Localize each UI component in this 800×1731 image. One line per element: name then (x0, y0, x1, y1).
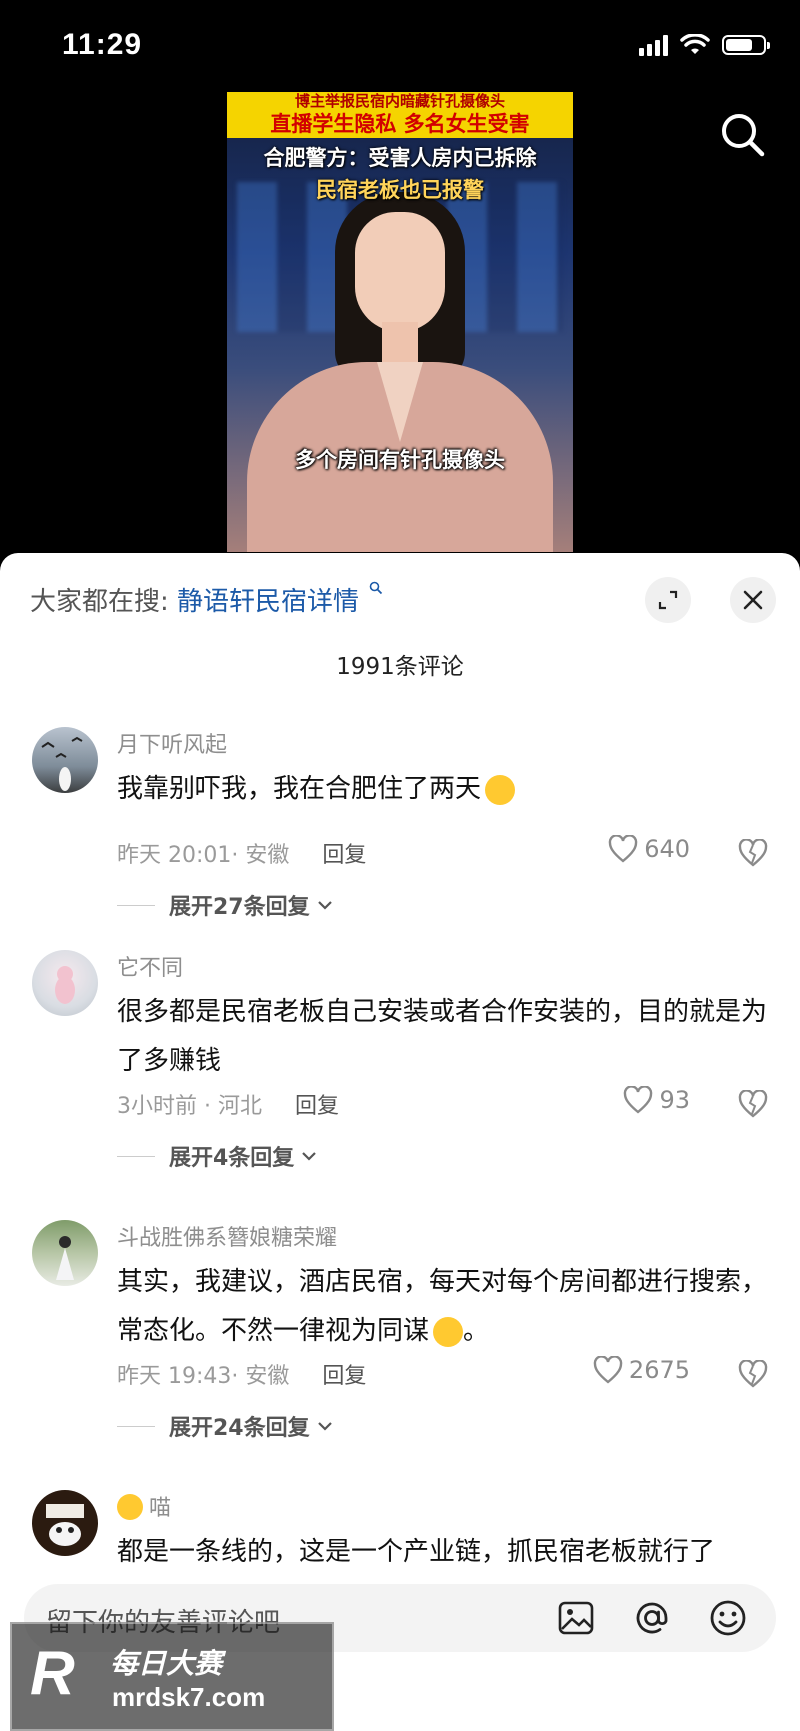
expand-replies-button[interactable]: 展开4条回复 (117, 1140, 318, 1172)
heart-icon (624, 1086, 653, 1114)
status-icons (639, 34, 770, 56)
comment-time-location: 昨天 20:01· 安徽 (117, 843, 290, 868)
status-time: 11:29 (62, 28, 143, 61)
close-icon (743, 590, 763, 610)
video-headline-1: 直播学生隐私 多名女生受害 (227, 110, 573, 138)
watermark-url: mrdsk7.com (112, 1682, 266, 1712)
battery-icon (722, 35, 770, 55)
heart-icon (593, 1356, 623, 1384)
comment-sheet-header: 大家都在搜: 静语轩民宿详情 (0, 553, 800, 643)
like-button[interactable]: 93 (623, 1086, 690, 1114)
broken-heart-icon[interactable] (738, 1090, 768, 1118)
avatar[interactable] (32, 950, 98, 1016)
comment-sheet: 大家都在搜: 静语轩民宿详情 1991条评论 月下听风起 我靠别吓我，我在合肥住… (0, 553, 800, 1731)
reply-button[interactable]: 回复 (322, 1364, 366, 1389)
comment-text: 都是一条线的，这是一个产业链，抓民宿老板就行了 (117, 1537, 716, 1567)
like-count: 93 (659, 1086, 690, 1114)
person-avatar-image (56, 1236, 74, 1280)
video-subtitle: 多个房间有针孔摄像头 (295, 448, 505, 472)
broken-heart-icon[interactable] (738, 1360, 768, 1388)
wink-tongue-emoji-icon (433, 1316, 464, 1347)
video-top-banner: 博主举报民宿内暗藏针孔摄像头 (227, 92, 573, 110)
comment-meta: 昨天 19:43· 安徽 回复 (117, 1358, 366, 1390)
watermark-letter: R (30, 1639, 75, 1708)
avatar[interactable] (32, 1490, 98, 1556)
image-icon[interactable] (554, 1596, 598, 1640)
watermark-brand: 每日大赛 (110, 1647, 223, 1680)
chevron-down-icon (317, 1422, 332, 1431)
comment-time-location: 3小时前 · 河北 (117, 1094, 262, 1119)
cartoon-avatar-image (46, 1504, 84, 1546)
like-count: 2675 (628, 1356, 690, 1384)
comment-username[interactable]: 月下听风起 (117, 727, 227, 759)
expand-icon (658, 590, 678, 610)
comment-text: 很多都是民宿老板自己安装或者合作安装的，目的就是为了多赚钱 (117, 997, 768, 1076)
like-button[interactable]: 2675 (593, 1356, 690, 1384)
expand-replies-button[interactable]: 展开27条回复 (117, 889, 334, 921)
search-icon[interactable] (718, 110, 768, 160)
toy-avatar-image (55, 966, 75, 1004)
status-bar: 11:29 (0, 0, 800, 90)
crying-emoji-icon (485, 774, 516, 805)
comment-count: 1991条评论 (336, 654, 464, 680)
watermark-logo: R 每日大赛 mrdsk7.com (10, 1622, 334, 1731)
expand-replies-button[interactable]: 展开24条回复 (117, 1410, 334, 1442)
like-count: 640 (644, 835, 690, 863)
comment-time-location: 昨天 19:43· 安徽 (117, 1364, 290, 1389)
small-search-icon (370, 581, 383, 595)
like-button[interactable]: 640 (608, 835, 690, 863)
avatar[interactable] (32, 727, 98, 793)
comment-username[interactable]: 喵 (117, 1490, 171, 1522)
cellular-signal-icon (639, 34, 668, 56)
mention-icon[interactable] (630, 1596, 674, 1640)
comment-text: 我靠别吓我，我在合肥住了两天 (117, 765, 772, 814)
suggestion-keyword[interactable]: 静语轩民宿详情 (177, 587, 359, 617)
comment-text: 其实，我建议，酒店民宿，每天对每个房间都进行搜索，常态化。不然一律视为同谋。 (117, 1267, 768, 1347)
comment-meta: 昨天 20:01· 安徽 回复 (117, 837, 366, 869)
comment-username[interactable]: 斗战胜佛系簪娘糖荣耀 (117, 1220, 337, 1252)
heart-icon (608, 835, 638, 863)
broken-heart-icon[interactable] (738, 839, 768, 867)
chevron-down-icon (302, 1152, 317, 1161)
emoji-icon[interactable] (706, 1596, 750, 1640)
video-player[interactable]: 博主举报民宿内暗藏针孔摄像头 直播学生隐私 多名女生受害 合肥警方：受害人房内已… (227, 92, 573, 552)
wifi-icon (680, 34, 710, 54)
reply-button[interactable]: 回复 (322, 843, 366, 868)
cat-emoji-icon (117, 1494, 143, 1520)
expand-button[interactable] (645, 577, 691, 623)
search-suggestion[interactable]: 大家都在搜: 静语轩民宿详情 (30, 581, 383, 618)
reply-button[interactable]: 回复 (295, 1094, 339, 1119)
comment-meta: 3小时前 · 河北 回复 (117, 1088, 339, 1120)
chevron-down-icon (317, 901, 332, 910)
video-headline-2: 合肥警方：受害人房内已拆除 (263, 146, 537, 170)
video-headline-3: 民宿老板也已报警 (316, 178, 484, 202)
suggestion-prefix: 大家都在搜: (30, 587, 169, 617)
birds-avatar-image (41, 736, 83, 791)
close-button[interactable] (730, 577, 776, 623)
avatar[interactable] (32, 1220, 98, 1286)
comment-username[interactable]: 它不同 (117, 950, 183, 982)
